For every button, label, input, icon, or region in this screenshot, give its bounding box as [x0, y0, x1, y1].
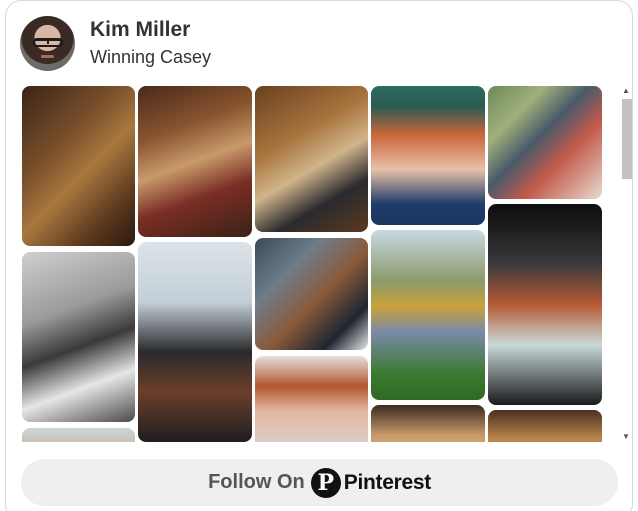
- board-header[interactable]: Kim Miller Winning Casey: [20, 16, 580, 72]
- grid-scrollbar[interactable]: ▲ ▼: [620, 85, 632, 443]
- scroll-down-arrow-icon[interactable]: ▼: [622, 433, 630, 441]
- pinterest-brand-text: Pinterest: [343, 470, 431, 494]
- glasses-detail: [33, 38, 63, 47]
- pin-couple-close[interactable]: [488, 204, 602, 405]
- pin-rustic-bunk-room[interactable]: [22, 86, 135, 246]
- pin-cabin-wood-stove[interactable]: [255, 86, 368, 232]
- pinterest-logo-icon: [310, 467, 341, 498]
- board-name[interactable]: Winning Casey: [90, 47, 211, 68]
- pin-couple-plaid[interactable]: [488, 86, 602, 199]
- mouth-detail: [41, 55, 54, 58]
- follow-on-pinterest-button[interactable]: Follow On Pinterest: [21, 459, 618, 506]
- pin-redhead-blue-dress[interactable]: [371, 86, 485, 225]
- profile-name[interactable]: Kim Miller: [90, 18, 190, 42]
- pin-partial[interactable]: [371, 405, 485, 442]
- avatar[interactable]: [20, 16, 75, 71]
- pin-cabin-bedroom[interactable]: [138, 86, 252, 237]
- follow-label: Follow On: [208, 471, 305, 493]
- pin-partial[interactable]: [488, 410, 602, 442]
- pinterest-board-widget: Kim Miller Winning Casey ▲ ▼ Follow On P…: [5, 0, 633, 511]
- pin-wedding-bw[interactable]: [22, 252, 135, 422]
- pin-grid: [22, 86, 602, 442]
- pin-couple-kissing[interactable]: [255, 238, 368, 350]
- pin-redhead-portrait[interactable]: [255, 356, 368, 442]
- scrollbar-thumb[interactable]: [622, 99, 632, 179]
- pin-couple-golf[interactable]: [371, 230, 485, 400]
- pin-partial[interactable]: [22, 428, 135, 442]
- pin-couple-snow[interactable]: [138, 242, 252, 442]
- scroll-up-arrow-icon[interactable]: ▲: [622, 87, 630, 95]
